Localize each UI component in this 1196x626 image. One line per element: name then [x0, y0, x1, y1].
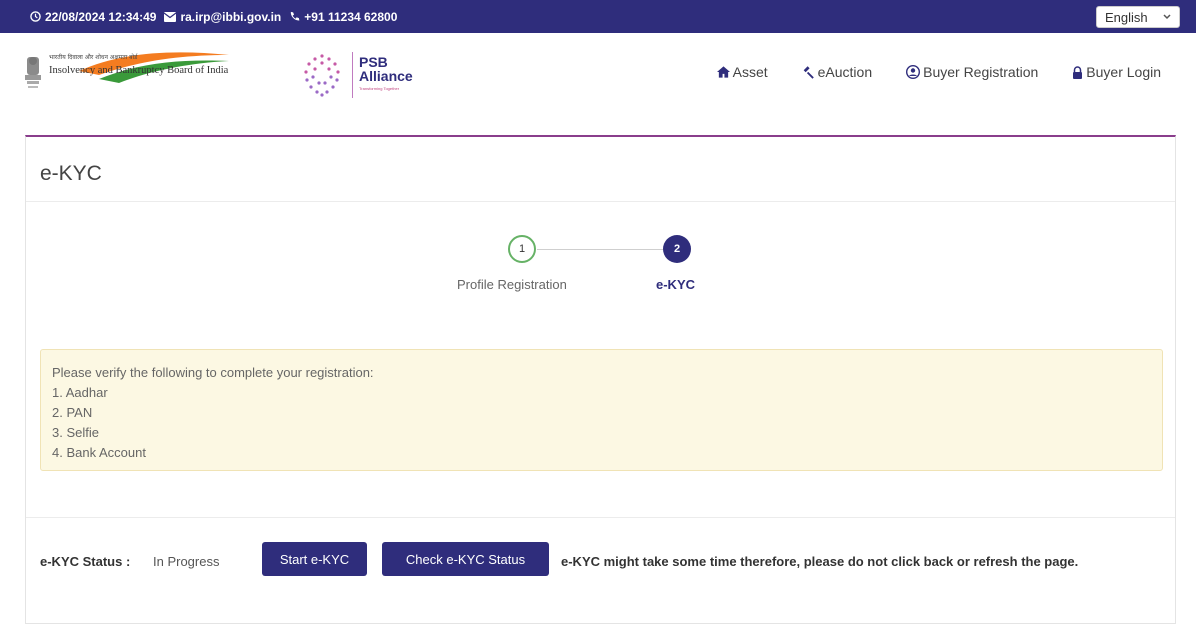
page-title: e-KYC [40, 162, 102, 185]
step-2-label: e-KYC [656, 277, 696, 292]
ibbi-name-hindi: भारतीय दिवाला और शोधन अक्षमता बोर्ड [49, 54, 138, 61]
datetime-segment: 22/08/2024 12:34:49 [30, 10, 156, 24]
nav-eauction[interactable]: eAuction [802, 64, 872, 80]
verification-notice: Please verify the following to complete … [40, 349, 1163, 471]
registration-stepper: 1 2 Profile Registration e-KYC [26, 235, 1175, 297]
top-info-bar: 22/08/2024 12:34:49 ra.irp@ibbi.gov.in +… [0, 0, 1196, 33]
ibbi-text-block: भारतीय दिवाला और शोधन अक्षमता बोर्ड Inso… [49, 52, 279, 93]
ibbi-name-english: Insolvency and Bankruptcy Board of India [49, 65, 229, 76]
step-connector [537, 249, 663, 250]
gavel-icon [803, 65, 814, 79]
card-header: e-KYC [26, 137, 1175, 202]
nav-buyer-registration-label: Buyer Registration [923, 64, 1039, 80]
notice-heading: Please verify the following to complete … [52, 365, 374, 380]
home-icon [716, 66, 730, 78]
chevron-down-icon [1163, 14, 1171, 20]
envelope-icon [164, 11, 177, 22]
psb-divider [352, 52, 353, 98]
check-ekyc-status-button[interactable]: Check e-KYC Status [382, 542, 549, 576]
start-ekyc-button[interactable]: Start e-KYC [262, 542, 367, 576]
notice-item-selfie: 3. Selfie [52, 425, 99, 440]
ekyc-status-value: In Progress [153, 554, 220, 569]
site-header: भारतीय दिवाला और शोधन अक्षमता बोर्ड Inso… [0, 33, 1196, 127]
ekyc-status-label: e-KYC Status : [40, 554, 131, 569]
user-circle-icon [906, 65, 921, 79]
clock-icon [30, 11, 41, 22]
language-select[interactable]: English [1096, 6, 1180, 28]
step-2-circle[interactable]: 2 [663, 235, 691, 263]
email-text[interactable]: ra.irp@ibbi.gov.in [180, 10, 281, 24]
phone-text[interactable]: +91 11234 62800 [304, 10, 397, 24]
phone-icon [291, 11, 300, 21]
main-nav: Asset eAuction Buyer Registration Buyer … [683, 64, 1161, 80]
nav-buyer-registration[interactable]: Buyer Registration [906, 64, 1038, 80]
national-emblem-icon [25, 57, 41, 88]
nav-asset[interactable]: Asset [716, 64, 768, 80]
nav-eauction-label: eAuction [817, 64, 873, 80]
ekyc-card: e-KYC 1 2 Profile Registration e-KYC Ple… [25, 135, 1176, 624]
contact-info: 22/08/2024 12:34:49 ra.irp@ibbi.gov.in +… [30, 0, 405, 33]
ekyc-status-bar: e-KYC Status : In Progress Start e-KYC C… [26, 517, 1175, 625]
phone-segment[interactable]: +91 11234 62800 [289, 10, 397, 24]
psb-title-line2: Alliance [359, 68, 413, 84]
step-1-label: Profile Registration [457, 277, 567, 292]
psb-globe-icon [304, 54, 340, 97]
nav-asset-label: Asset [732, 64, 768, 80]
ibbi-logo[interactable]: भारतीय दिवाला और शोधन अक्षमता बोर्ड Inso… [22, 51, 272, 99]
datetime-text: 22/08/2024 12:34:49 [45, 9, 157, 24]
step-1-circle[interactable]: 1 [508, 235, 536, 263]
ekyc-warning-text: e-KYC might take some time therefore, pl… [561, 554, 1079, 569]
language-value: English [1105, 9, 1148, 25]
nav-buyer-login-label: Buyer Login [1086, 64, 1161, 80]
nav-buyer-login[interactable]: Buyer Login [1072, 64, 1161, 80]
psb-alliance-logo[interactable]: PSB Alliance Transforming Together [297, 48, 447, 102]
psb-tagline: Transforming Together [359, 86, 400, 91]
notice-item-pan: 2. PAN [52, 405, 93, 420]
notice-item-bank-account: 4. Bank Account [52, 445, 146, 460]
email-segment[interactable]: ra.irp@ibbi.gov.in [164, 10, 281, 24]
lock-icon [1073, 65, 1083, 79]
notice-item-aadhar: 1. Aadhar [52, 385, 108, 400]
